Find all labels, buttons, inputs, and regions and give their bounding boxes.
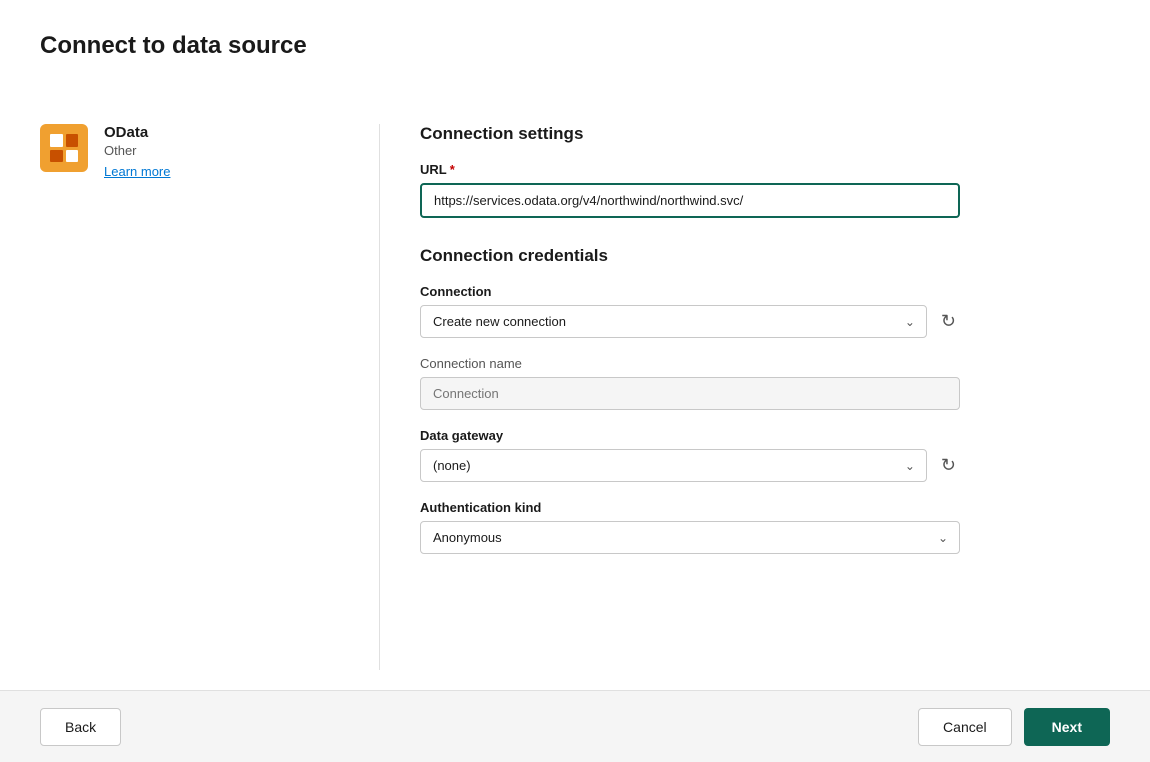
auth-kind-label: Authentication kind [420,500,1110,515]
data-gateway-field-group: Data gateway (none) ⌄ ↻ [420,428,1110,482]
connection-name-field-group: Connection name [420,356,1110,410]
odata-icon [40,124,88,172]
data-gateway-dropdown-wrapper: (none) ⌄ [420,449,927,482]
connector-text: OData Other Learn more [104,124,170,179]
connection-name-label: Connection name [420,356,1110,371]
connection-name-input[interactable] [420,377,960,410]
connection-label: Connection [420,284,1110,299]
right-panel: Connection settings URL* Connection cred… [380,124,1110,670]
auth-kind-field-group: Authentication kind Anonymous Basic OAut… [420,500,1110,554]
connection-settings-title: Connection settings [420,124,1110,144]
footer-right: Cancel Next [918,708,1110,746]
url-input[interactable] [420,183,960,218]
page-title: Connect to data source [40,32,1110,60]
data-gateway-label: Data gateway [420,428,1110,443]
cancel-button[interactable]: Cancel [918,708,1012,746]
connector-category: Other [104,143,170,158]
learn-more-link[interactable]: Learn more [104,164,170,179]
left-panel: OData Other Learn more [40,124,380,670]
url-required-indicator: * [450,162,455,177]
data-gateway-refresh-button[interactable]: ↻ [937,451,960,480]
connection-refresh-button[interactable]: ↻ [937,307,960,336]
auth-kind-select[interactable]: Anonymous Basic OAuth2 [420,521,960,554]
footer-left: Back [40,708,121,746]
next-button[interactable]: Next [1024,708,1110,746]
connection-field-group: Connection Create new connection ⌄ ↻ [420,284,1110,338]
connector-name: OData [104,124,170,141]
footer: Back Cancel Next [0,690,1150,762]
data-gateway-select[interactable]: (none) [420,449,927,482]
connector-info: OData Other Learn more [40,124,339,179]
connection-credentials-title: Connection credentials [420,246,1110,266]
back-button[interactable]: Back [40,708,121,746]
url-field-group: URL* [420,162,1110,218]
auth-kind-dropdown-wrapper: Anonymous Basic OAuth2 ⌄ [420,521,960,554]
connection-settings-section: Connection settings URL* [420,124,1110,218]
url-label: URL* [420,162,1110,177]
connection-credentials-section: Connection credentials Connection Create… [420,246,1110,554]
connection-select[interactable]: Create new connection [420,305,927,338]
connection-dropdown-wrapper: Create new connection ⌄ [420,305,927,338]
